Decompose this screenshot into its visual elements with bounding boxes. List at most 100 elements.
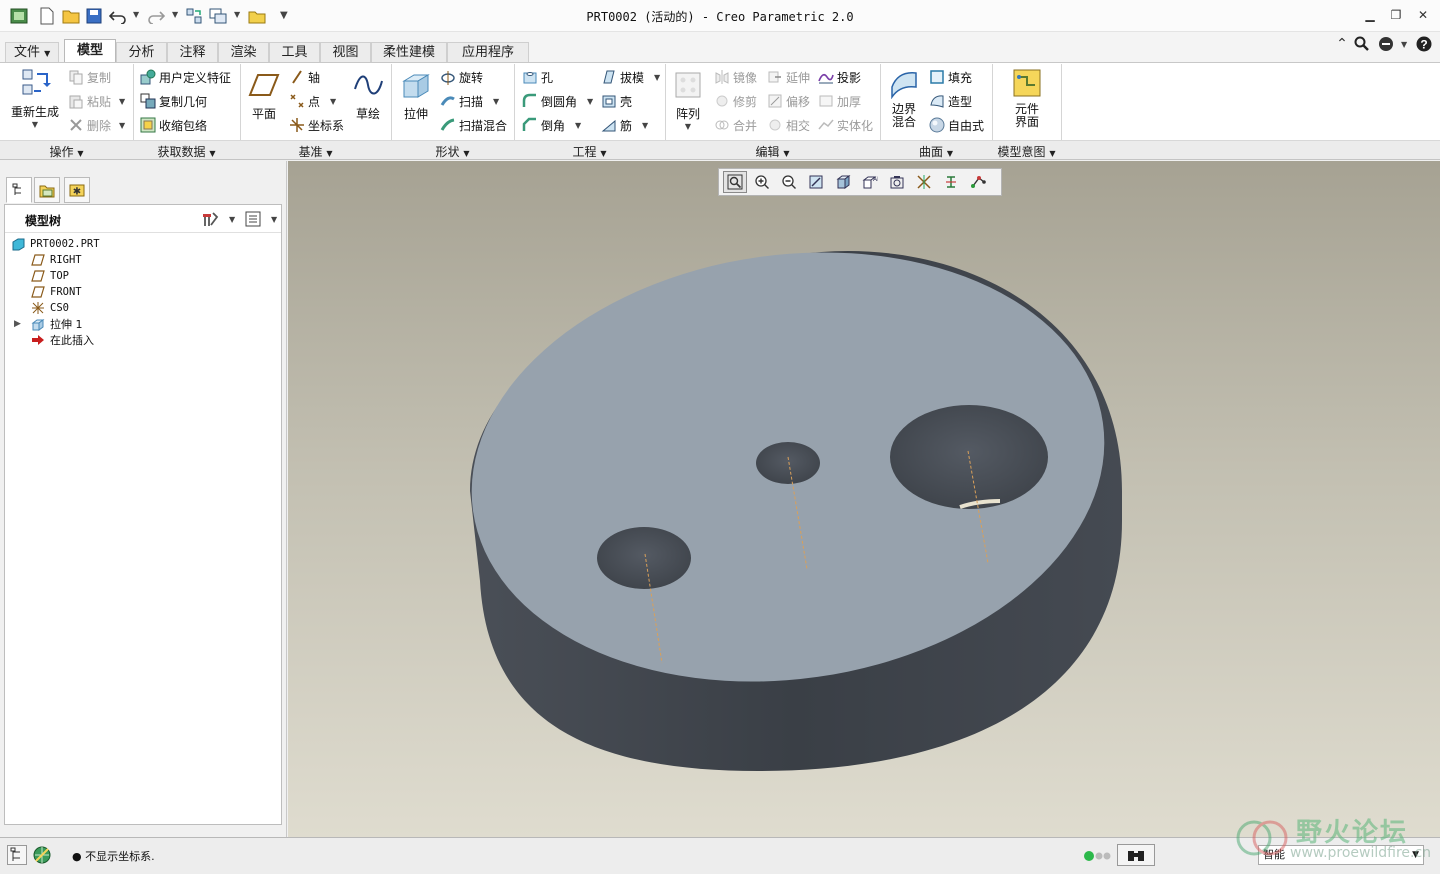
copy-geometry-button[interactable]: 复制几何 bbox=[140, 91, 207, 111]
axis-button[interactable]: 轴 bbox=[289, 67, 320, 87]
shell-button[interactable]: 壳 bbox=[601, 91, 632, 111]
tab-model[interactable]: 模型 bbox=[64, 39, 116, 63]
chamfer-button[interactable]: 倒角 ▼ bbox=[522, 115, 581, 135]
extend-button[interactable]: 延伸 bbox=[767, 67, 810, 87]
tree-settings-dropdown-icon[interactable]: ▼ bbox=[229, 215, 237, 225]
swept-blend-button[interactable]: 扫描混合 bbox=[440, 115, 507, 135]
tab-applications[interactable]: 应用程序 bbox=[447, 42, 529, 62]
ribbon-group-bar: 操作 ▼ 获取数据 ▼ 基准 ▼ 形状 ▼ 工程 ▼ 编辑 ▼ 曲面 ▼ 模型意… bbox=[0, 140, 1440, 160]
boundary-blend-button[interactable]: 边界 混合 bbox=[886, 67, 922, 129]
sweep-icon bbox=[440, 93, 456, 109]
tab-flexible-modeling[interactable]: 柔性建模 bbox=[371, 42, 447, 62]
pattern-button[interactable]: 阵列 ▼ bbox=[670, 69, 706, 131]
group-shapes[interactable]: 形状 ▼ bbox=[391, 143, 514, 160]
rib-button[interactable]: 筋 ▼ bbox=[601, 115, 648, 135]
search-icon[interactable] bbox=[1353, 36, 1371, 54]
find-icon[interactable] bbox=[1117, 844, 1155, 866]
extrude-button[interactable]: 拉伸 bbox=[398, 69, 434, 122]
expand-arrow-icon[interactable]: ▶ bbox=[14, 319, 21, 329]
offset-button[interactable]: 偏移 bbox=[767, 91, 810, 111]
group-operations[interactable]: 操作 ▼ bbox=[0, 143, 133, 160]
part-model[interactable] bbox=[288, 161, 1440, 837]
tab-model-tree[interactable] bbox=[6, 177, 32, 203]
community-dropdown-icon[interactable]: ▼ bbox=[1401, 40, 1409, 50]
style-button[interactable]: 造型 bbox=[929, 91, 972, 111]
delete-icon bbox=[68, 117, 84, 133]
round-button[interactable]: 倒圆角 ▼ bbox=[522, 91, 593, 111]
solidify-button[interactable]: 实体化 bbox=[818, 115, 873, 135]
group-surfaces[interactable]: 曲面 ▼ bbox=[880, 143, 992, 160]
shrinkwrap-button[interactable]: 收缩包络 bbox=[140, 115, 207, 135]
toggle-navigator-icon[interactable] bbox=[7, 845, 27, 865]
title-bar: ▼ ▼ ▼ ▼ PRT0002 (活动的) - Creo Parametric … bbox=[0, 0, 1440, 32]
regenerate-button[interactable]: 重新生成 ▼ bbox=[8, 67, 62, 129]
trim-button[interactable]: 修剪 bbox=[714, 91, 757, 111]
tab-tools[interactable]: 工具 bbox=[269, 42, 320, 62]
draft-button[interactable]: 拔模 ▼ bbox=[601, 67, 660, 87]
freestyle-icon bbox=[929, 117, 945, 133]
datum-plane-icon bbox=[248, 69, 280, 101]
sketch-button[interactable]: 草绘 bbox=[350, 69, 386, 122]
status-message: ● 不显示坐标系. bbox=[72, 850, 155, 863]
trim-icon bbox=[714, 93, 730, 109]
hole-button[interactable]: 孔 bbox=[522, 67, 553, 87]
help-icon[interactable]: ? bbox=[1415, 36, 1433, 54]
tab-file[interactable]: 文件 ▼ bbox=[5, 42, 60, 62]
intersect-button[interactable]: 相交 bbox=[767, 115, 810, 135]
tree-item-right[interactable]: RIGHT bbox=[31, 252, 82, 268]
tab-render[interactable]: 渲染 bbox=[218, 42, 269, 62]
group-editing[interactable]: 编辑 ▼ bbox=[665, 143, 880, 160]
sweep-button[interactable]: 扫描 ▼ bbox=[440, 91, 499, 111]
component-interface-button[interactable]: 元件 界面 bbox=[1006, 67, 1048, 129]
group-datum[interactable]: 基准 ▼ bbox=[240, 143, 391, 160]
community-icon[interactable] bbox=[1377, 36, 1395, 54]
thicken-button[interactable]: 加厚 bbox=[818, 91, 861, 111]
tree-item-extrude[interactable]: 拉伸 1 bbox=[31, 316, 83, 332]
browser-toggle-icon[interactable] bbox=[32, 845, 54, 865]
merge-button[interactable]: 合并 bbox=[714, 115, 757, 135]
tree-item-csys[interactable]: CS0 bbox=[31, 300, 69, 316]
small-hole bbox=[756, 442, 820, 484]
tree-item-part[interactable]: PRT0002.PRT bbox=[11, 236, 100, 252]
point-button[interactable]: 点 ▼ bbox=[289, 91, 336, 111]
copy-button[interactable]: 复制 bbox=[68, 67, 111, 87]
tab-view[interactable]: 视图 bbox=[320, 42, 371, 62]
folder-browser-icon bbox=[39, 185, 55, 198]
graphics-viewport[interactable]: AB bbox=[288, 161, 1440, 837]
swept-blend-icon bbox=[440, 117, 456, 133]
show-columns-icon[interactable] bbox=[245, 211, 261, 230]
regenerate-dropdown-icon[interactable]: ▼ bbox=[8, 120, 62, 129]
revolve-button[interactable]: 旋转 bbox=[440, 67, 483, 87]
tab-folder-browser[interactable] bbox=[34, 177, 60, 203]
paste-button[interactable]: 粘贴 ▼ bbox=[68, 91, 125, 111]
minimize-ribbon-icon[interactable]: ⌃ bbox=[1333, 36, 1351, 54]
project-button[interactable]: 投影 bbox=[818, 67, 861, 87]
group-engineering[interactable]: 工程 ▼ bbox=[514, 143, 665, 160]
tab-annotate[interactable]: 注释 bbox=[167, 42, 218, 62]
tree-item-insert-here[interactable]: 在此插入 bbox=[31, 332, 94, 348]
tree-settings-icon[interactable] bbox=[201, 211, 219, 230]
plane-button[interactable]: 平面 bbox=[246, 69, 282, 122]
csys-button[interactable]: 坐标系 bbox=[289, 115, 344, 135]
tab-favorites[interactable]: ✱ bbox=[64, 177, 90, 203]
fill-button[interactable]: 填充 bbox=[929, 67, 972, 87]
udf-icon bbox=[140, 69, 156, 85]
group-get-data[interactable]: 获取数据 ▼ bbox=[133, 143, 240, 160]
tree-item-top[interactable]: TOP bbox=[31, 268, 69, 284]
freestyle-button[interactable]: 自由式 bbox=[929, 115, 984, 135]
tab-analysis[interactable]: 分析 bbox=[116, 42, 167, 62]
paste-icon bbox=[68, 93, 84, 109]
minimize-icon[interactable]: ▁ bbox=[1362, 8, 1378, 24]
group-model-intent[interactable]: 模型意图 ▼ bbox=[992, 143, 1061, 160]
udf-button[interactable]: 用户定义特征 bbox=[140, 67, 231, 87]
restore-icon[interactable]: ❐ bbox=[1388, 8, 1404, 24]
close-icon[interactable]: ✕ bbox=[1415, 8, 1431, 24]
show-columns-dropdown-icon[interactable]: ▼ bbox=[271, 215, 279, 225]
delete-button[interactable]: 删除 ▼ bbox=[68, 115, 125, 135]
sketch-icon bbox=[352, 69, 384, 101]
mirror-button[interactable]: 镜像 bbox=[714, 67, 757, 87]
ribbon-tab-row: 文件 ▼ 模型 分析 注释 渲染 工具 视图 柔性建模 应用程序 ⌃ ▼ ? bbox=[0, 32, 1440, 63]
thicken-icon bbox=[818, 93, 834, 109]
watermark-name: 野火论坛 bbox=[1296, 818, 1409, 848]
tree-item-front[interactable]: FRONT bbox=[31, 284, 82, 300]
